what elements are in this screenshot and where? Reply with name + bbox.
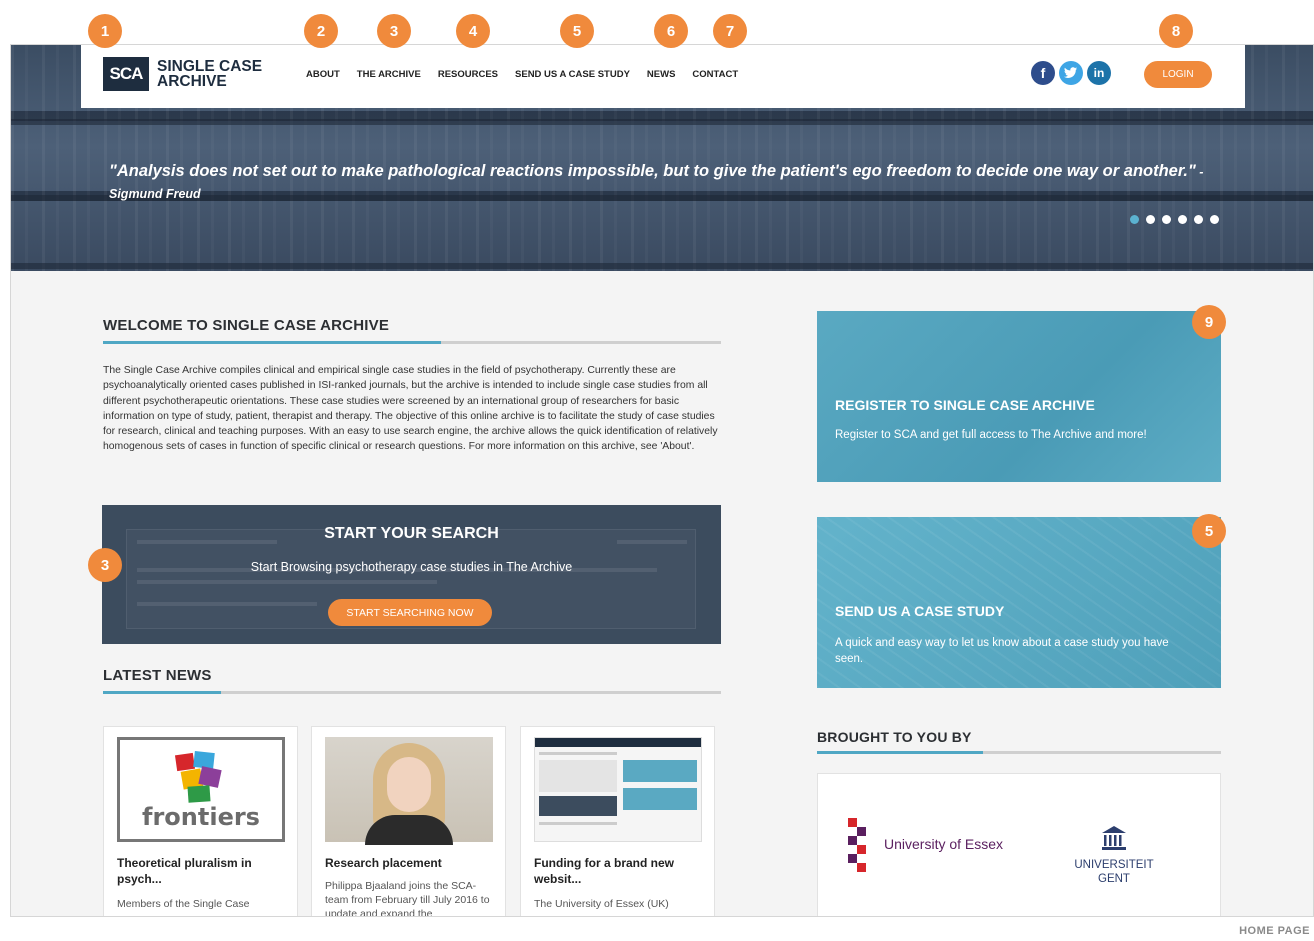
nav-the-archive[interactable]: THE ARCHIVE [357,69,421,80]
brought-to-you-rule [817,751,1221,754]
register-promo[interactable]: REGISTER TO SINGLE CASE ARCHIVE Register… [817,311,1221,482]
essex-logo-text[interactable]: University of Essex [884,836,1003,852]
gent-line1: UNIVERSITEIT [1074,859,1154,871]
page-caption: HOME PAGE [1239,925,1310,937]
logo-mark: SCA [103,57,149,91]
logo-line2: ARCHIVE [157,73,227,90]
news-card[interactable]: Funding for a brand new websit... The Un… [520,726,715,916]
facebook-icon[interactable]: f [1031,61,1055,85]
social-links: f in [1031,61,1111,85]
login-button[interactable]: LOGIN [1144,61,1212,88]
partners-panel: University of Essex UNIVERSITEIT GENT [817,773,1221,916]
slider-dot[interactable] [1210,215,1219,224]
logo-text: SINGLE CASE ARCHIVE [157,58,263,90]
slider-dot[interactable] [1194,215,1203,224]
main-nav: ABOUT THE ARCHIVE RESOURCES SEND US A CA… [306,69,755,80]
hero-shelf [11,119,1313,125]
send-case-study-promo[interactable]: SEND US A CASE STUDY A quick and easy wa… [817,517,1221,688]
university-building-icon [1102,826,1126,850]
register-promo-text: Register to SCA and get full access to T… [835,429,1147,441]
nav-send-case-study[interactable]: SEND US A CASE STUDY [515,69,630,80]
nav-resources[interactable]: RESOURCES [438,69,498,80]
person-photo [325,737,493,845]
slider-dots [1130,215,1219,224]
send-promo-text: A quick and easy way to let us know abou… [835,637,1169,665]
news-title[interactable]: Funding for a brand new websit... [534,855,704,887]
gent-logo[interactable]: UNIVERSITEIT GENT [1074,824,1154,885]
search-promo: START YOUR SEARCH Start Browsing psychot… [102,505,721,644]
brought-to-you-heading: BROUGHT TO YOU BY [817,729,972,745]
register-promo-title: REGISTER TO SINGLE CASE ARCHIVE [835,397,1095,413]
annotation-badge: 5 [1192,514,1226,548]
news-excerpt: The University of Essex (UK) [534,898,669,910]
frontiers-wordmark: frontiers [142,803,260,831]
search-promo-title: START YOUR SEARCH [324,525,499,542]
annotation-badge: 9 [1192,305,1226,339]
news-card[interactable]: frontiers Theoretical pluralism in psych… [103,726,298,916]
search-promo-subtitle: Start Browsing psychotherapy case studie… [250,560,573,574]
top-navbar: SCA SINGLE CASE ARCHIVE ABOUT THE ARCHIV… [81,45,1245,108]
gent-line2: GENT [1098,873,1130,885]
news-title[interactable]: Research placement [325,855,495,871]
nav-contact[interactable]: CONTACT [692,69,738,80]
annotation-badge: 2 [304,14,338,48]
slider-dot[interactable] [1178,215,1187,224]
hero-quote: "Analysis does not set out to make patho… [109,161,1229,205]
hero-shelf [11,263,1313,269]
slider-dot[interactable] [1162,215,1171,224]
annotation-badge: 3 [377,14,411,48]
welcome-rule [103,341,721,344]
annotation-badge: 3 [88,548,122,582]
frontiers-logo-image: frontiers [117,737,285,842]
send-promo-title: SEND US A CASE STUDY [835,603,1005,619]
latest-news-heading: LATEST NEWS [103,667,212,684]
nav-about[interactable]: ABOUT [306,69,340,80]
site-logo[interactable]: SCA SINGLE CASE ARCHIVE [103,57,262,91]
news-excerpt: Philippa Bjaaland joins the SCA-team fro… [325,880,490,917]
start-searching-button[interactable]: START SEARCHING NOW [328,599,492,626]
slider-dot[interactable] [1146,215,1155,224]
annotation-badge: 1 [88,14,122,48]
news-excerpt: Members of the Single Case [117,898,250,910]
annotation-badge: 7 [713,14,747,48]
twitter-icon[interactable] [1059,61,1083,85]
page-frame: "Analysis does not set out to make patho… [10,44,1314,917]
annotation-badge: 4 [456,14,490,48]
nav-news[interactable]: NEWS [647,69,676,80]
annotation-badge: 5 [560,14,594,48]
welcome-text: The Single Case Archive compiles clinica… [103,365,718,453]
quote-text: "Analysis does not set out to make patho… [109,162,1196,180]
slider-dot[interactable] [1130,215,1139,224]
website-screenshot-image [534,737,702,842]
latest-news-rule [103,691,721,694]
news-card[interactable]: Research placement Philippa Bjaaland joi… [311,726,506,917]
annotation-badge: 8 [1159,14,1193,48]
annotation-badge: 6 [654,14,688,48]
welcome-heading: WELCOME TO SINGLE CASE ARCHIVE [103,317,390,334]
news-title[interactable]: Theoretical pluralism in psych... [117,855,287,887]
logo-line1: SINGLE CASE [157,58,263,75]
essex-logo-icon [848,818,874,874]
linkedin-icon[interactable]: in [1087,61,1111,85]
